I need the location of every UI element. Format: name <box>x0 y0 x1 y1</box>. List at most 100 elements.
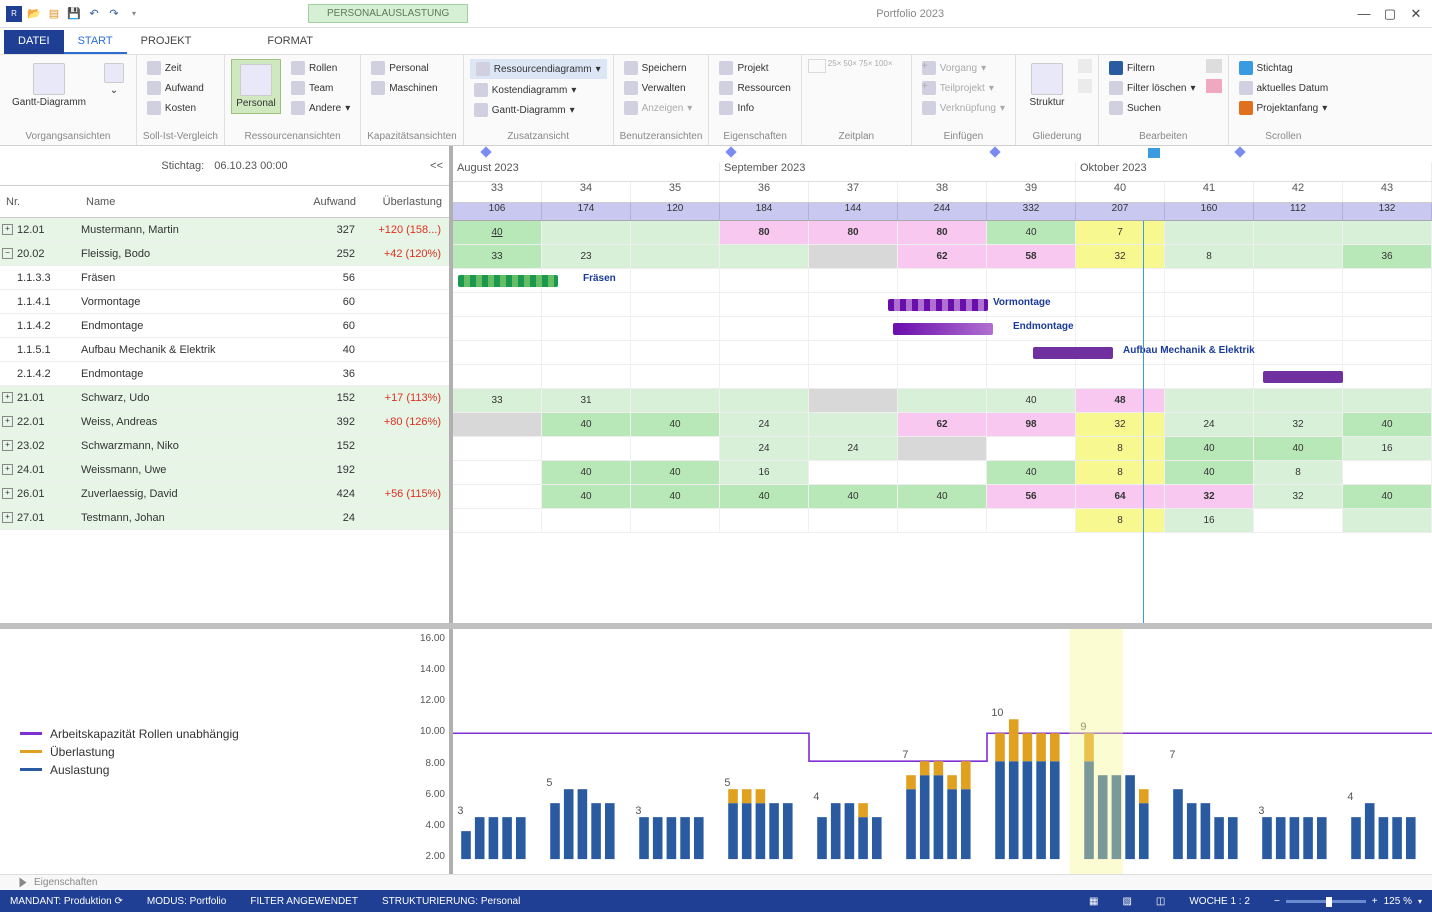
verknuepfung-button[interactable]: Verknüpfung ▾ <box>918 99 1009 117</box>
view-icon-2[interactable]: ▨ <box>1122 896 1131 907</box>
view-icon-3[interactable]: ◫ <box>1156 896 1165 907</box>
arrange-icon[interactable]: ▤ <box>46 6 62 22</box>
context-tab[interactable]: PERSONALAUSLASTUNG <box>308 4 468 23</box>
filter-loeschen-button[interactable]: Filter löschen ▾ <box>1105 79 1200 97</box>
timeline-row[interactable]: 40404040405664323240 <box>453 485 1432 509</box>
timeline-row[interactable]: 3323625832836 <box>453 245 1432 269</box>
table-row[interactable]: −20.02Fleissig, Bodo252+42 (120%) <box>0 242 449 266</box>
tab-projekt[interactable]: PROJEKT <box>127 30 206 54</box>
filtern-button[interactable]: Filtern <box>1105 59 1200 77</box>
anzeigen-button[interactable]: Anzeigen ▾ <box>620 99 697 117</box>
table-row[interactable]: +12.01Mustermann, Martin327+120 (158...) <box>0 218 449 242</box>
speichern-button[interactable]: Speichern <box>620 59 697 77</box>
zoom-0-icon[interactable] <box>808 59 826 73</box>
save-icon[interactable]: 💾 <box>66 6 82 22</box>
zoom-dropdown[interactable]: ▾ <box>1418 897 1422 906</box>
expand-toggle[interactable]: − <box>2 248 13 259</box>
col-name[interactable]: Name <box>82 196 292 208</box>
timeline-row[interactable]: Endmontage <box>453 317 1432 341</box>
expand-toggle[interactable]: + <box>2 464 13 475</box>
right-pane[interactable]: August 2023September 2023Oktober 2023 33… <box>453 146 1432 623</box>
table-row[interactable]: +24.01Weissmann, Uwe192 <box>0 458 449 482</box>
gantt-bar[interactable] <box>1033 347 1113 359</box>
timeline-row[interactable]: Fräsen <box>453 269 1432 293</box>
scroll-today-button[interactable]: aktuelles Datum <box>1235 79 1333 97</box>
table-row[interactable]: 1.1.4.1Vormontage60 <box>0 290 449 314</box>
maschinen-button[interactable]: Maschinen <box>367 79 441 97</box>
tab-datei[interactable]: DATEI <box>4 30 64 54</box>
gantt-bar[interactable] <box>458 275 558 287</box>
minimize-button[interactable]: — <box>1352 4 1376 24</box>
kap-personal-button[interactable]: Personal <box>367 59 441 77</box>
table-row[interactable]: +23.02Schwarzmann, Niko152 <box>0 434 449 458</box>
timeline-row[interactable]: 33314048 <box>453 389 1432 413</box>
gantt-zusatz-button[interactable]: Gantt-Diagramm ▾ <box>470 101 607 119</box>
tab-format[interactable]: FORMAT <box>253 30 327 54</box>
collapse-left-button[interactable]: << <box>430 160 443 172</box>
table-row[interactable]: 1.1.3.3Fräsen56 <box>0 266 449 290</box>
zoom-out-button[interactable]: − <box>1274 896 1280 907</box>
projekt-props-button[interactable]: Projekt <box>715 59 794 77</box>
kosten-button[interactable]: Kosten <box>143 99 208 117</box>
indent-icon[interactable] <box>1078 59 1092 73</box>
suchen-button[interactable]: Suchen <box>1105 99 1200 117</box>
struktur-button[interactable]: Struktur <box>1022 59 1072 112</box>
view-icon-1[interactable]: ▦ <box>1089 896 1098 907</box>
timeline-weeks[interactable]: 3334353637383940414243 <box>453 182 1432 202</box>
redo-icon[interactable]: ↷ <box>106 6 122 22</box>
close-button[interactable]: ✕ <box>1404 4 1428 24</box>
gantt-bar[interactable] <box>893 323 993 335</box>
table-row[interactable]: 1.1.5.1Aufbau Mechanik & Elektrik40 <box>0 338 449 362</box>
personal-button[interactable]: Personal <box>231 59 281 114</box>
kostendiagramm-button[interactable]: Kostendiagramm ▾ <box>470 81 607 99</box>
expand-toggle[interactable]: + <box>2 512 13 523</box>
expand-toggle[interactable]: + <box>2 392 13 403</box>
timeline-row[interactable]: 404024629832243240 <box>453 413 1432 437</box>
views-dropdown[interactable]: ⌄ <box>98 59 130 100</box>
timeline-row[interactable] <box>453 365 1432 389</box>
rollen-button[interactable]: Rollen <box>287 59 354 77</box>
col-ueberlastung[interactable]: Überlastung <box>362 196 448 208</box>
col-aufwand[interactable]: Aufwand <box>292 196 362 208</box>
table-row[interactable]: +22.01Weiss, Andreas392+80 (126%) <box>0 410 449 434</box>
expand-toggle[interactable]: + <box>2 416 13 427</box>
timeline-row[interactable]: 40808080407 <box>453 221 1432 245</box>
table-row[interactable]: 1.1.4.2Endmontage60 <box>0 314 449 338</box>
zoom-in-button[interactable]: + <box>1372 896 1378 907</box>
chart-area[interactable]: 353547109734 <box>453 629 1432 874</box>
scroll-start-button[interactable]: Projektanfang ▾ <box>1235 99 1333 117</box>
timeline-row[interactable]: 816 <box>453 509 1432 533</box>
zeitplan-group[interactable]: 25×50×75×100× <box>808 59 905 128</box>
refresh-icon[interactable]: ⟳ <box>114 896 122 907</box>
vorgang-button[interactable]: +Vorgang ▾ <box>918 59 1009 77</box>
qat-more-icon[interactable]: ▾ <box>126 6 142 22</box>
table-row[interactable]: 2.1.4.2Endmontage36 <box>0 362 449 386</box>
open-icon[interactable]: 📂 <box>26 6 42 22</box>
expand-toggle[interactable]: + <box>2 440 13 451</box>
expand-toggle[interactable]: + <box>2 224 13 235</box>
zoom-slider[interactable] <box>1286 900 1366 903</box>
expand-icon[interactable] <box>20 878 27 888</box>
eraser-icon[interactable] <box>1206 79 1222 93</box>
gantt-bar[interactable] <box>888 299 988 311</box>
maximize-button[interactable]: ▢ <box>1378 4 1402 24</box>
table-row[interactable]: +26.01Zuverlaessig, David424+56 (115%) <box>0 482 449 506</box>
timeline-row[interactable]: Aufbau Mechanik & Elektrik <box>453 341 1432 365</box>
timeline-row[interactable]: 24248404016 <box>453 437 1432 461</box>
gantt-diagramm-button[interactable]: Gantt-Diagramm <box>6 59 92 112</box>
outdent-icon[interactable] <box>1078 79 1092 93</box>
info-button[interactable]: Info <box>715 99 794 117</box>
team-button[interactable]: Team <box>287 79 354 97</box>
timeline-row[interactable]: Vormontage <box>453 293 1432 317</box>
aufwand-button[interactable]: Aufwand <box>143 79 208 97</box>
ressourcen-props-button[interactable]: Ressourcen <box>715 79 794 97</box>
tab-start[interactable]: START <box>64 30 127 54</box>
timeline-rows[interactable]: 408080804073323625832836FräsenVormontage… <box>453 221 1432 623</box>
expand-toggle[interactable]: + <box>2 488 13 499</box>
timeline-row[interactable]: 404016408408 <box>453 461 1432 485</box>
teilprojekt-button[interactable]: +Teilprojekt ▾ <box>918 79 1009 97</box>
scroll-stichtag-button[interactable]: Stichtag <box>1235 59 1333 77</box>
table-row[interactable]: +21.01Schwarz, Udo152+17 (113%) <box>0 386 449 410</box>
eraser-up-icon[interactable] <box>1206 59 1222 73</box>
footer-props[interactable]: Eigenschaften <box>0 874 1432 890</box>
